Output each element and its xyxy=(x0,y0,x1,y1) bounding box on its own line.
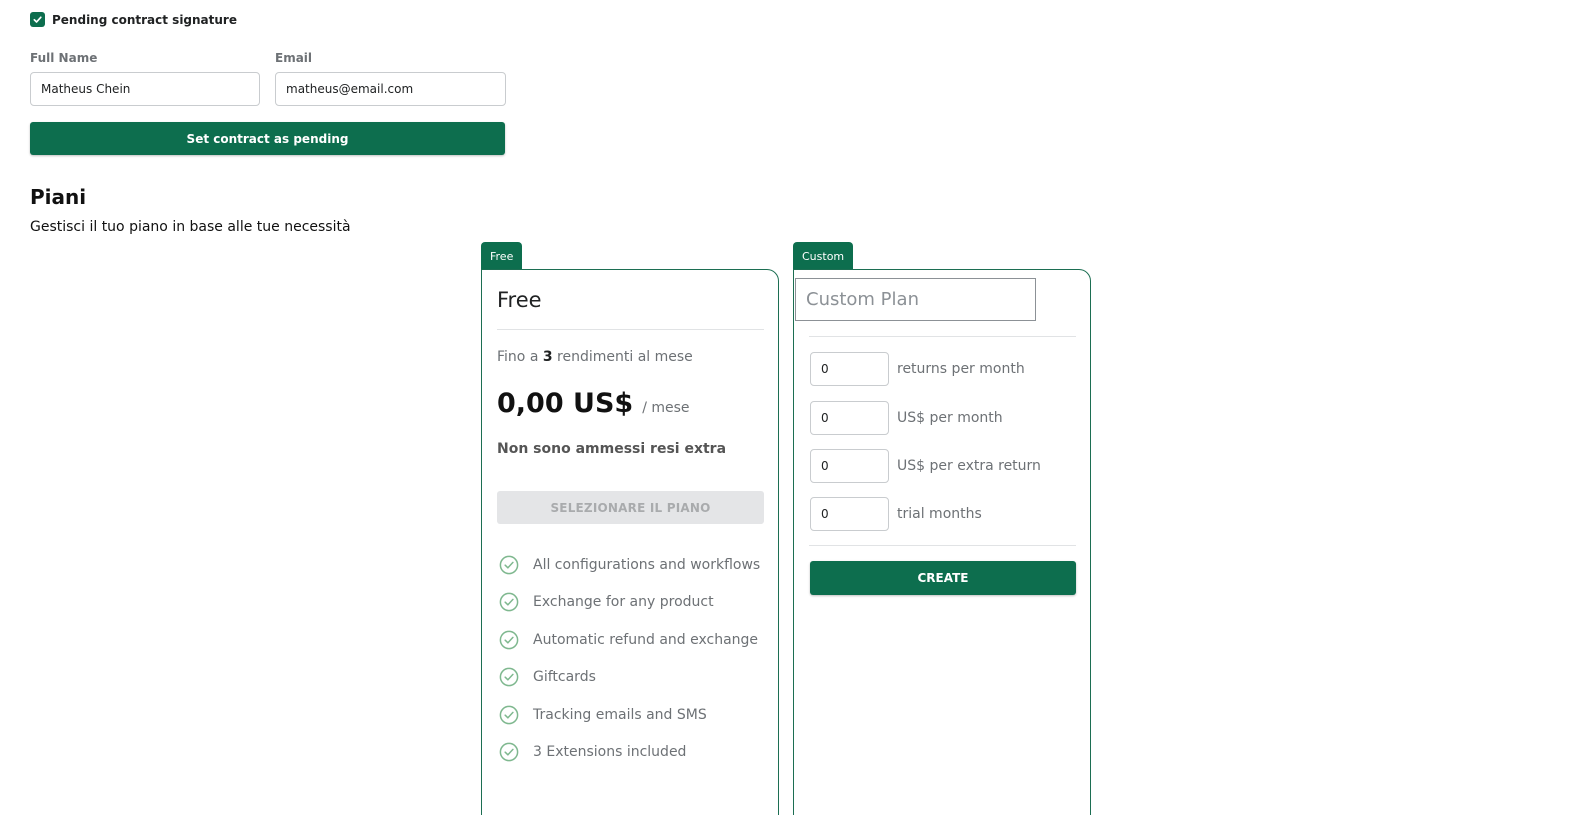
feature-item: 3 Extensions included xyxy=(499,742,769,762)
plans-title: Piani xyxy=(30,185,87,209)
free-plan-features: All configurations and workflows Exchange… xyxy=(499,555,769,779)
full-name-label: Full Name xyxy=(30,51,98,65)
feature-text: Giftcards xyxy=(533,669,596,686)
full-name-input[interactable] xyxy=(30,72,260,106)
pending-contract-label: Pending contract signature xyxy=(52,12,237,27)
create-plan-button[interactable]: CREATE xyxy=(810,561,1076,595)
free-plan-name: Free xyxy=(497,288,542,312)
email-input[interactable] xyxy=(275,72,506,106)
trial-row: trial months xyxy=(810,497,982,531)
feature-item: All configurations and workflows xyxy=(499,555,769,575)
price-per-extra-return-label: US$ per extra return xyxy=(897,458,1041,474)
custom-plan-divider-bottom xyxy=(809,545,1076,546)
free-plan-divider xyxy=(497,329,764,330)
returns-per-month-label: returns per month xyxy=(897,361,1025,377)
trial-months-input[interactable] xyxy=(810,497,889,531)
free-plan-extra-note: Non sono ammessi resi extra xyxy=(497,441,727,457)
free-plan-period: / mese xyxy=(642,400,690,416)
free-plan-limit-count: 3 xyxy=(542,349,553,365)
feature-text: All configurations and workflows xyxy=(533,557,761,573)
trial-months-label: trial months xyxy=(897,506,982,522)
free-plan-price-row: 0,00 US$ / mese xyxy=(497,388,690,419)
feature-item: Giftcards xyxy=(499,667,769,687)
custom-plan-name-input[interactable] xyxy=(795,278,1036,321)
free-plan-limit-suffix: rendimenti al mese xyxy=(552,349,693,365)
email-label: Email xyxy=(275,51,313,65)
custom-plan-card: returns per month US$ per month US$ per … xyxy=(793,269,1091,815)
feature-text: 3 Extensions included xyxy=(533,743,687,760)
price-per-month-input[interactable] xyxy=(810,401,889,435)
pending-contract-checkbox[interactable] xyxy=(30,12,45,27)
free-plan-badge: Free xyxy=(481,242,523,270)
feature-text: Exchange for any product xyxy=(533,594,714,611)
price-per-month-label: US$ per month xyxy=(897,410,1003,426)
price-per-extra-return-input[interactable] xyxy=(810,449,889,483)
feature-item: Automatic refund and exchange xyxy=(499,630,769,650)
extra-return-row: US$ per extra return xyxy=(810,449,1041,483)
checkmark-icon xyxy=(33,16,42,23)
select-plan-button[interactable]: SELEZIONARE IL PIANO xyxy=(497,491,764,524)
set-contract-pending-button[interactable]: Set contract as pending xyxy=(30,122,505,155)
feature-item: Exchange for any product xyxy=(499,592,769,612)
returns-row: returns per month xyxy=(810,352,1025,386)
feature-text: Tracking emails and SMS xyxy=(533,706,707,723)
returns-per-month-input[interactable] xyxy=(810,352,889,386)
plans-subtitle: Gestisci il tuo piano in base alle tue n… xyxy=(30,219,351,235)
check-circle-icon xyxy=(499,705,519,724)
check-circle-icon xyxy=(499,667,519,687)
custom-plan-divider-top xyxy=(809,336,1076,337)
custom-plan-badge: Custom xyxy=(793,242,854,270)
check-circle-icon xyxy=(499,555,519,575)
check-circle-icon xyxy=(499,593,519,612)
free-plan-limit-prefix: Fino a xyxy=(497,349,543,365)
check-circle-icon xyxy=(499,742,519,762)
feature-text: Automatic refund and exchange xyxy=(533,631,759,648)
free-plan-price: 0,00 US$ xyxy=(497,388,634,419)
free-plan-card: Free Fino a 3 rendimenti al mese 0,00 US… xyxy=(481,269,779,815)
price-row: US$ per month xyxy=(810,401,1003,435)
feature-item: Tracking emails and SMS xyxy=(499,705,769,725)
pending-contract-checkbox-row[interactable]: Pending contract signature xyxy=(30,12,237,27)
check-circle-icon xyxy=(499,630,519,650)
free-plan-limit: Fino a 3 rendimenti al mese xyxy=(497,349,693,365)
